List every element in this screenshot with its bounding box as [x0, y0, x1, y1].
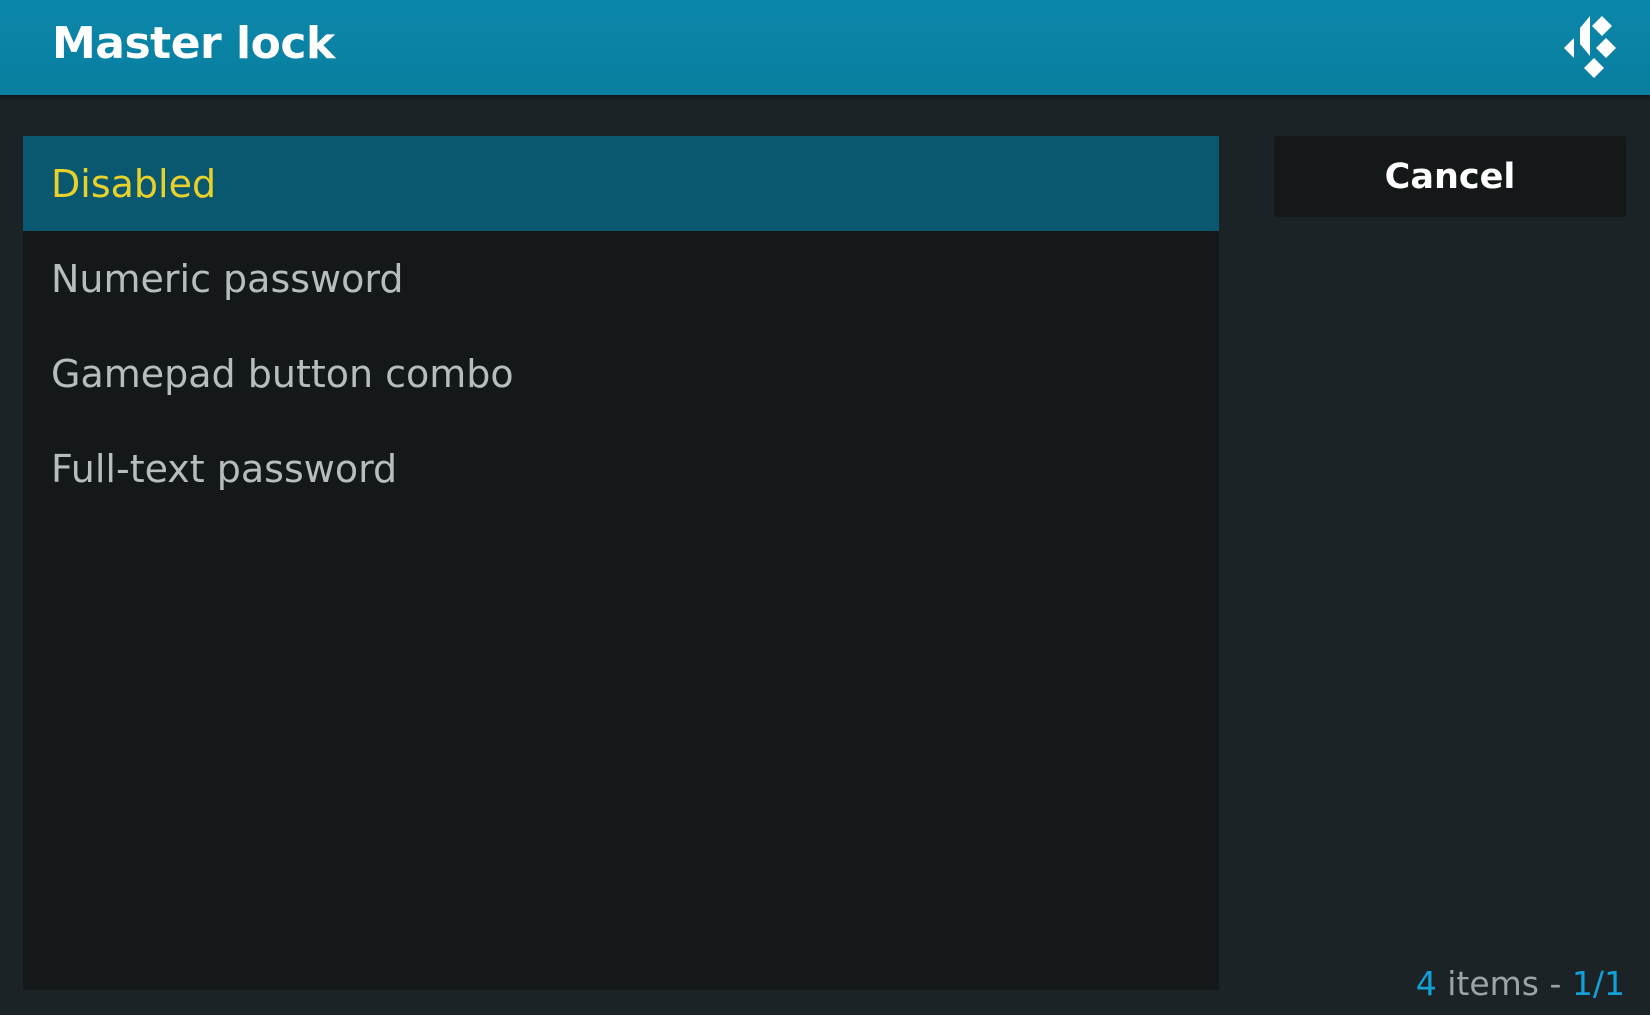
cancel-button[interactable]: Cancel	[1274, 136, 1626, 217]
page-indicator: 1/1	[1571, 964, 1625, 1003]
item-count: 4 items - 1/1	[1416, 964, 1625, 1003]
item-count-number: 4	[1415, 964, 1437, 1003]
dialog-header: Master lock	[0, 0, 1650, 95]
option-list: Disabled Numeric password Gamepad button…	[23, 136, 1219, 990]
option-full-text-password[interactable]: Full-text password	[23, 421, 1219, 516]
dialog-title: Master lock	[52, 18, 335, 69]
item-count-label: items -	[1436, 964, 1572, 1003]
option-disabled[interactable]: Disabled	[23, 136, 1219, 231]
option-numeric-password[interactable]: Numeric password	[23, 231, 1219, 326]
kodi-logo-icon	[1564, 16, 1616, 78]
option-gamepad-button-combo[interactable]: Gamepad button combo	[23, 326, 1219, 421]
